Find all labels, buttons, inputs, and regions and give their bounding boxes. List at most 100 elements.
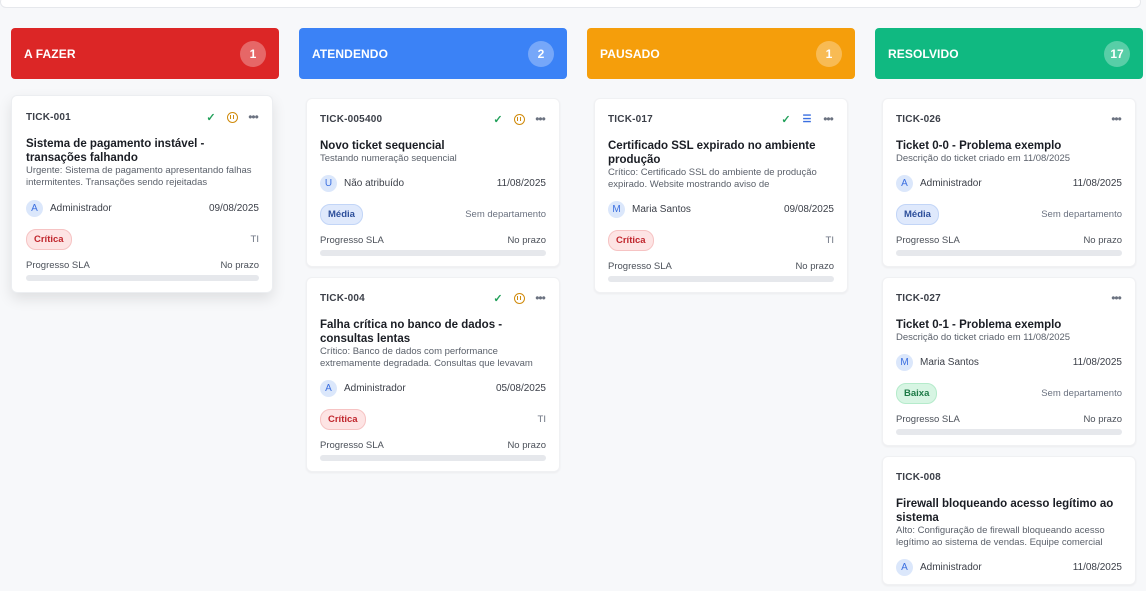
check-icon[interactable]: ✓ — [780, 113, 792, 126]
column-title: RESOLVIDO — [888, 46, 959, 61]
department: Sem departamento — [465, 208, 546, 220]
department: TI — [537, 413, 546, 425]
ticket-description: Alto: Configuração de firewall bloqueand… — [896, 525, 1105, 548]
avatar: A — [320, 379, 337, 397]
pause-icon[interactable] — [226, 111, 238, 123]
department: TI — [250, 233, 259, 245]
list-icon[interactable]: ☰ — [801, 113, 813, 125]
sla-progress-bar — [896, 250, 1122, 256]
column-atendendo: ATENDENDO 2 TICK-005400 ✓ ••• Novo ticke… — [299, 28, 567, 585]
ticket-card[interactable]: TICK-004 ✓ ••• Falha crítica no banco de… — [306, 277, 560, 472]
column-count-badge: 1 — [240, 40, 266, 67]
assignee-name: Não atribuído — [344, 177, 405, 189]
assignee-name: Maria Santos — [920, 356, 979, 368]
column-header[interactable]: PAUSADO 1 — [587, 28, 855, 79]
assignee: A Administrador — [320, 379, 406, 397]
ticket-id: TICK-017 — [608, 113, 653, 125]
sla-status: No prazo — [507, 440, 546, 451]
ticket-title: Firewall bloqueando acesso legítimo ao s… — [896, 498, 1114, 524]
ticket-title: Certificado SSL expirado no ambiente pro… — [608, 140, 816, 166]
ticket-title: Sistema de pagamento instável - transaçõ… — [26, 138, 205, 164]
ticket-title: Falha crítica no banco de dados - consul… — [320, 319, 503, 345]
ticket-description: Testando numeração sequencial — [320, 153, 457, 164]
assignee-name: Administrador — [920, 561, 982, 573]
sla-label: Progresso SLA — [896, 414, 960, 425]
ticket-date: 11/08/2025 — [496, 177, 546, 189]
assignee-name: Administrador — [920, 177, 982, 189]
assignee-name: Administrador — [344, 382, 406, 394]
check-icon[interactable]: ✓ — [492, 113, 504, 126]
ticket-date: 11/08/2025 — [1072, 356, 1122, 368]
assignee-name: Maria Santos — [632, 203, 691, 215]
ticket-card[interactable]: TICK-027 ••• Ticket 0-1 - Problema exemp… — [882, 277, 1136, 446]
check-icon[interactable]: ✓ — [492, 292, 504, 305]
priority-badge: Crítica — [26, 228, 72, 250]
sla-status: No prazo — [507, 235, 546, 246]
sla-progress-bar — [608, 276, 834, 282]
column-title: ATENDENDO — [312, 46, 389, 61]
ticket-card[interactable]: TICK-008 Firewall bloqueando acesso legí… — [882, 456, 1136, 585]
more-options-icon[interactable]: ••• — [534, 291, 546, 305]
assignee: A Administrador — [896, 558, 982, 576]
more-options-icon[interactable]: ••• — [247, 110, 259, 124]
avatar: A — [26, 199, 43, 217]
sla-status: No prazo — [1083, 414, 1122, 425]
ticket-title: Novo ticket sequencial — [320, 140, 445, 152]
more-options-icon[interactable]: ••• — [534, 112, 546, 126]
pause-icon[interactable] — [513, 292, 525, 304]
more-options-icon[interactable]: ••• — [822, 112, 834, 126]
column-count-badge: 2 — [528, 40, 554, 67]
ticket-id: TICK-008 — [896, 471, 941, 483]
column-title: PAUSADO — [600, 46, 660, 61]
check-icon[interactable]: ✓ — [205, 111, 217, 124]
assignee: A Administrador — [26, 199, 112, 217]
avatar: A — [896, 558, 913, 576]
department: TI — [825, 234, 834, 246]
sla-progress-bar — [320, 250, 546, 256]
avatar: U — [320, 174, 337, 192]
ticket-date: 05/08/2025 — [495, 382, 546, 394]
sla-progress-bar — [320, 455, 546, 461]
priority-badge: Crítica — [320, 408, 366, 430]
sla-status: No prazo — [220, 260, 259, 271]
assignee-name: Administrador — [50, 202, 112, 214]
top-bar — [0, 0, 1141, 8]
priority-badge: Baixa — [896, 382, 938, 404]
column-header[interactable]: A FAZER 1 — [11, 28, 279, 79]
more-options-icon[interactable]: ••• — [1110, 291, 1122, 305]
column-title: A FAZER — [24, 46, 76, 61]
ticket-description: Descrição do ticket criado em 11/08/2025 — [896, 332, 1071, 343]
sla-label: Progresso SLA — [26, 260, 90, 271]
ticket-card[interactable]: TICK-005400 ✓ ••• Novo ticket sequencial… — [306, 98, 560, 267]
ticket-id: TICK-027 — [896, 292, 941, 304]
priority-badge: Média — [896, 203, 939, 225]
ticket-card[interactable]: TICK-026 ••• Ticket 0-0 - Problema exemp… — [882, 98, 1136, 267]
priority-badge: Crítica — [608, 229, 654, 251]
assignee: M Maria Santos — [608, 200, 691, 218]
column-header[interactable]: RESOLVIDO 17 — [875, 28, 1143, 79]
ticket-id: TICK-005400 — [320, 113, 383, 125]
assignee: A Administrador — [896, 174, 982, 192]
column-resolvido: RESOLVIDO 17 TICK-026 ••• Ticket 0-0 - P… — [875, 28, 1143, 585]
ticket-description: Urgente: Sistema de pagamento apresentan… — [26, 165, 252, 188]
sla-progress-bar — [896, 429, 1122, 435]
ticket-date: 11/08/2025 — [1072, 561, 1122, 573]
department: Sem departamento — [1041, 387, 1122, 399]
ticket-card[interactable]: TICK-001 ✓ ••• Sistema de pagamento inst… — [11, 95, 273, 293]
assignee: M Maria Santos — [896, 353, 979, 371]
pause-icon[interactable] — [513, 113, 525, 125]
ticket-id: TICK-001 — [26, 111, 71, 123]
column-header[interactable]: ATENDENDO 2 — [299, 28, 567, 79]
ticket-title: Ticket 0-0 - Problema exemplo — [896, 140, 1062, 152]
ticket-date: 09/08/2025 — [783, 203, 834, 215]
more-options-icon[interactable]: ••• — [1110, 112, 1122, 126]
sla-status: No prazo — [795, 261, 834, 272]
ticket-card[interactable]: TICK-017 ✓ ☰ ••• Certificado SSL expirad… — [594, 98, 848, 293]
assignee: U Não atribuído — [320, 174, 405, 192]
sla-progress-bar — [26, 275, 259, 281]
ticket-title: Ticket 0-1 - Problema exemplo — [896, 319, 1062, 331]
ticket-id: TICK-004 — [320, 292, 365, 304]
column-count-badge: 17 — [1104, 40, 1130, 67]
ticket-date: 09/08/2025 — [208, 202, 259, 214]
sla-label: Progresso SLA — [896, 235, 960, 246]
